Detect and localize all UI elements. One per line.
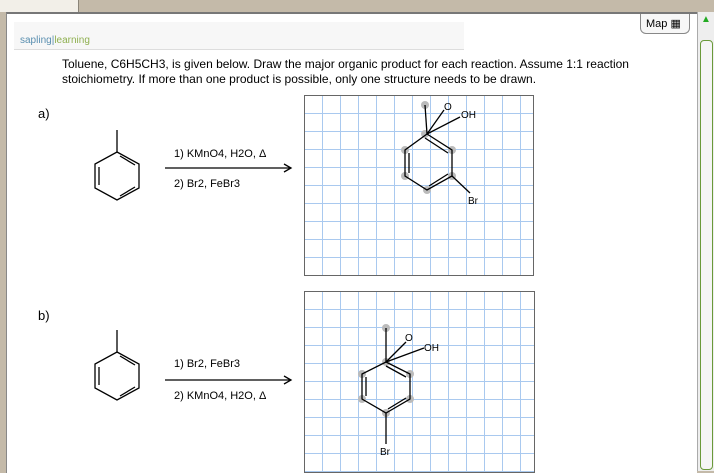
toluene-b (94, 330, 140, 401)
structures-layer: O OH Br O OH Br (94, 101, 479, 458)
reaction-arrow-a (165, 163, 293, 173)
atom-o: O (444, 102, 452, 113)
atom-br: Br (380, 447, 391, 458)
atom-o: O (405, 333, 413, 344)
scroll-up-icon[interactable]: ▲ (701, 14, 711, 25)
product-b: O OH Br (358, 324, 439, 458)
scrollbar-thumb[interactable] (700, 40, 713, 470)
product-a: O OH Br (401, 101, 479, 207)
atom-oh: OH (461, 110, 476, 121)
toluene-a (94, 130, 140, 201)
atom-oh: OH (424, 343, 439, 354)
atom-br: Br (468, 196, 479, 207)
reaction-arrow-b (165, 375, 293, 385)
